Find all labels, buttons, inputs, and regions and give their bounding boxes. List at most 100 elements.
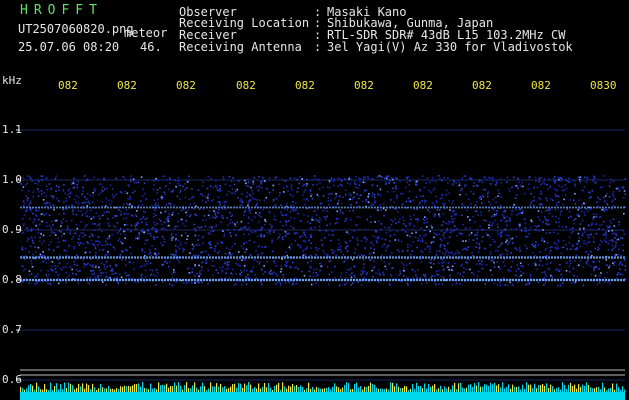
noise-spike xyxy=(510,388,512,392)
noise-dot xyxy=(154,253,156,255)
noise-spike xyxy=(32,385,34,392)
noise-dot xyxy=(141,265,144,267)
noise-dot xyxy=(192,254,195,257)
noise-dot xyxy=(26,182,28,185)
noise-dot xyxy=(99,217,101,220)
noise-dot xyxy=(573,180,575,182)
noise-spike xyxy=(212,386,214,392)
noise-dot xyxy=(484,247,486,250)
noise-dot xyxy=(603,281,606,283)
noise-dot xyxy=(214,217,216,219)
noise-spike xyxy=(136,384,138,392)
noise-dot xyxy=(442,244,445,246)
noise-dot xyxy=(48,183,51,185)
noise-dot xyxy=(22,200,25,202)
noise-spike xyxy=(38,386,40,392)
noise-dot xyxy=(438,233,440,235)
noise-dot xyxy=(565,244,567,246)
noise-dot xyxy=(101,230,103,233)
noise-dot xyxy=(582,232,584,235)
noise-dot xyxy=(567,180,569,182)
noise-dot xyxy=(484,283,487,285)
noise-dot xyxy=(268,191,271,194)
noise-spike xyxy=(178,382,180,392)
noise-dot xyxy=(103,211,106,214)
noise-spike xyxy=(460,382,462,392)
noise-dot xyxy=(458,252,460,254)
noise-dot xyxy=(536,229,538,231)
noise-dot xyxy=(285,265,288,267)
noise-dot xyxy=(586,210,589,212)
noise-dot xyxy=(101,200,104,203)
noise-dot xyxy=(588,234,590,236)
noise-spike xyxy=(610,387,612,392)
noise-dot xyxy=(618,190,621,192)
noise-dot xyxy=(611,229,613,232)
noise-dot xyxy=(583,231,586,233)
noise-dot xyxy=(253,259,256,261)
noise-dot xyxy=(349,198,352,200)
noise-dot xyxy=(612,180,615,183)
noise-dot xyxy=(533,199,535,202)
noise-dot xyxy=(82,242,84,245)
noise-dot xyxy=(391,251,393,254)
noise-spike xyxy=(250,384,252,392)
noise-dot xyxy=(141,273,143,276)
noise-dot xyxy=(328,260,331,263)
noise-spike xyxy=(170,386,172,392)
noise-dot xyxy=(606,225,608,228)
noise-dot xyxy=(346,250,349,252)
noise-dot xyxy=(396,248,399,251)
noise-dot xyxy=(92,216,94,219)
noise-dot xyxy=(309,190,312,193)
noise-dot xyxy=(43,254,45,257)
noise-dot xyxy=(219,204,221,206)
noise-dot xyxy=(566,208,568,210)
noise-dot xyxy=(160,211,162,214)
noise-dot xyxy=(459,193,461,196)
noise-dot xyxy=(57,237,59,240)
noise-dot xyxy=(601,241,604,243)
noise-dot xyxy=(245,248,248,251)
noise-dot xyxy=(247,204,249,207)
noise-dot xyxy=(239,204,242,207)
noise-dot xyxy=(160,220,162,222)
noise-dot xyxy=(557,247,560,250)
noise-spike xyxy=(134,384,136,392)
noise-dot xyxy=(47,270,49,272)
noise-dot xyxy=(366,238,369,241)
noise-dot xyxy=(282,276,285,279)
noise-dot xyxy=(155,230,158,232)
noise-dot xyxy=(198,208,201,210)
noise-dot xyxy=(506,250,509,252)
noise-dot xyxy=(390,218,393,221)
noise-dot xyxy=(50,268,52,271)
noise-dot xyxy=(167,188,170,191)
noise-dot xyxy=(597,196,599,199)
noise-dot xyxy=(247,222,250,224)
noise-dot xyxy=(615,241,617,244)
noise-dot xyxy=(209,247,211,249)
noise-spike xyxy=(404,385,406,392)
noise-dot xyxy=(578,199,580,201)
noise-dot xyxy=(95,240,97,243)
noise-dot xyxy=(303,231,305,233)
noise-dot xyxy=(310,247,312,249)
noise-dot xyxy=(576,275,578,278)
noise-dot xyxy=(112,246,115,249)
noise-dot xyxy=(245,182,247,184)
noise-dot xyxy=(336,221,339,224)
noise-dot xyxy=(130,180,132,182)
noise-dot xyxy=(259,212,261,214)
noise-dot xyxy=(572,227,574,229)
noise-dot xyxy=(220,221,222,224)
noise-spike xyxy=(228,388,230,392)
noise-dot xyxy=(506,284,508,287)
noise-dot xyxy=(261,283,263,286)
frequency-label: 1.1 xyxy=(2,123,22,136)
noise-dot xyxy=(510,252,512,254)
noise-dot xyxy=(547,209,549,212)
noise-dot xyxy=(520,274,522,277)
noise-dot xyxy=(258,186,260,189)
noise-dot xyxy=(564,184,566,186)
